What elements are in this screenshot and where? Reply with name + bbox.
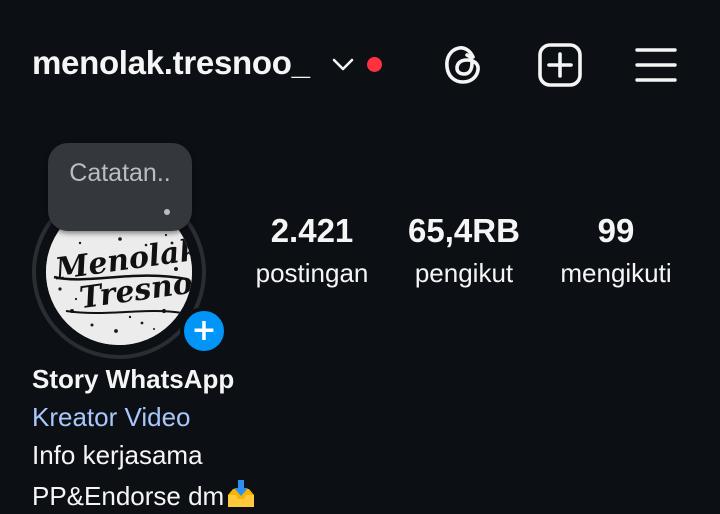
note-bubble[interactable]: Catatan.. bbox=[48, 143, 192, 231]
stat-followers[interactable]: 65,4RB pengikut bbox=[392, 212, 536, 289]
bio-text-content: PP&Endorse dm bbox=[32, 481, 225, 511]
bio-text-line: PP&Endorse dm bbox=[32, 479, 257, 512]
note-tail-dot bbox=[164, 209, 170, 215]
notification-dot bbox=[367, 57, 382, 72]
create-post-icon[interactable] bbox=[536, 41, 584, 89]
hamburger-menu-icon[interactable] bbox=[634, 45, 678, 85]
posts-label: postingan bbox=[255, 258, 369, 288]
bio-display-name: Story WhatsApp bbox=[32, 364, 235, 394]
profile-header: menolak.tresnoo_ bbox=[0, 0, 720, 130]
followers-label: pengikut bbox=[414, 258, 514, 288]
inbox-tray-icon bbox=[228, 480, 255, 507]
stat-following[interactable]: 99 mengikuti bbox=[548, 212, 684, 289]
posts-count: 2.421 bbox=[270, 212, 354, 249]
following-count: 99 bbox=[597, 212, 635, 249]
bio-text-line: Info kerjasama bbox=[32, 440, 203, 470]
following-label: mengikuti bbox=[560, 258, 672, 288]
followers-count: 65,4RB bbox=[408, 212, 520, 249]
note-text: Catatan.. bbox=[69, 159, 171, 187]
threads-icon[interactable] bbox=[440, 42, 486, 88]
add-story-button[interactable]: + bbox=[180, 307, 228, 355]
bio-category[interactable]: Kreator Video bbox=[32, 402, 191, 433]
profile-username[interactable]: menolak.tresnoo_ bbox=[32, 44, 310, 82]
stat-posts[interactable]: 2.421 postingan bbox=[240, 212, 384, 289]
chevron-down-icon[interactable] bbox=[331, 54, 355, 74]
